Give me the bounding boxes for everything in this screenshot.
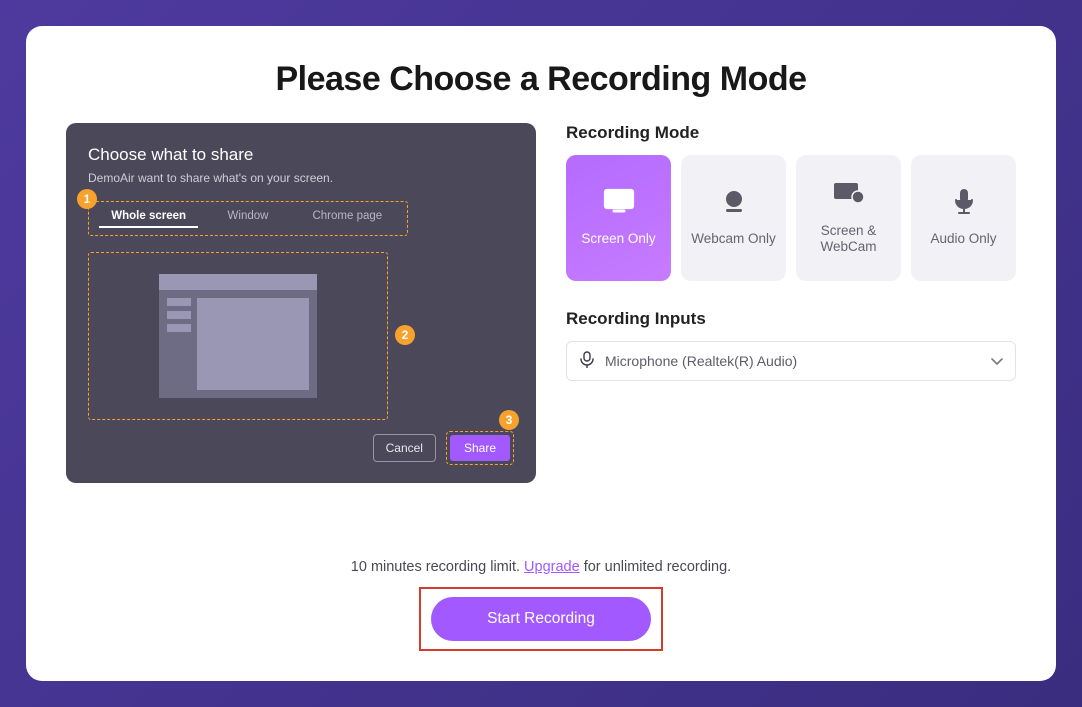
mode-label: Screen Only	[581, 231, 655, 248]
limit-suffix: for unlimited recording.	[584, 559, 732, 575]
mode-audio-only[interactable]: Audio Only	[911, 155, 1016, 281]
mic-icon	[579, 351, 595, 372]
mode-label: Screen & WebCam	[802, 223, 895, 257]
share-tab-chrome-page[interactable]: Chrome page	[298, 208, 397, 228]
share-tab-whole-screen[interactable]: Whole screen	[99, 208, 198, 228]
footer: 10 minutes recording limit. Upgrade for …	[26, 559, 1056, 651]
chevron-down-icon	[991, 353, 1003, 369]
monitor-icon	[603, 188, 635, 219]
share-dialog-subtext: DemoAir want to share what's on your scr…	[88, 171, 514, 185]
recording-mode-grid: Screen Only Webcam Only Screen & WebCam	[566, 155, 1016, 281]
upgrade-link[interactable]: Upgrade	[524, 559, 580, 575]
start-button-highlight: Start Recording	[419, 587, 663, 651]
share-button[interactable]: Share	[450, 435, 510, 461]
start-recording-button[interactable]: Start Recording	[431, 597, 651, 641]
recording-inputs-label: Recording Inputs	[566, 309, 1016, 329]
limit-prefix: 10 minutes recording limit.	[351, 559, 524, 575]
mode-screen-webcam[interactable]: Screen & WebCam	[796, 155, 901, 281]
share-preview-box[interactable]: 2	[88, 252, 388, 420]
step-badge-2: 2	[395, 325, 415, 345]
share-tab-window[interactable]: Window	[198, 208, 297, 228]
mini-window-preview	[159, 274, 317, 398]
settings-column: Recording Mode Screen Only Webcam Only	[566, 123, 1016, 483]
cancel-button[interactable]: Cancel	[373, 434, 436, 462]
share-dialog-preview: Choose what to share DemoAir want to sha…	[66, 123, 536, 483]
screen-webcam-icon	[833, 180, 865, 211]
recording-limit-line: 10 minutes recording limit. Upgrade for …	[26, 559, 1056, 575]
mode-screen-only[interactable]: Screen Only	[566, 155, 671, 281]
content-columns: Choose what to share DemoAir want to sha…	[66, 123, 1016, 483]
recording-mode-label: Recording Mode	[566, 123, 1016, 143]
share-button-highlight: 3 Share	[446, 431, 514, 465]
mic-icon	[948, 188, 980, 219]
main-card: Please Choose a Recording Mode Choose wh…	[26, 26, 1056, 681]
microphone-selected-value: Microphone (Realtek(R) Audio)	[605, 353, 797, 369]
microphone-select[interactable]: Microphone (Realtek(R) Audio)	[566, 341, 1016, 381]
mode-label: Audio Only	[930, 231, 996, 248]
mode-label: Webcam Only	[691, 231, 776, 248]
step-badge-3: 3	[499, 410, 519, 430]
webcam-icon	[718, 188, 750, 219]
share-tabs: Whole screen Window Chrome page	[88, 201, 408, 236]
page-title: Please Choose a Recording Mode	[66, 60, 1016, 99]
share-dialog-footer: Cancel 3 Share	[373, 431, 514, 465]
share-dialog-heading: Choose what to share	[88, 145, 514, 165]
mode-webcam-only[interactable]: Webcam Only	[681, 155, 786, 281]
